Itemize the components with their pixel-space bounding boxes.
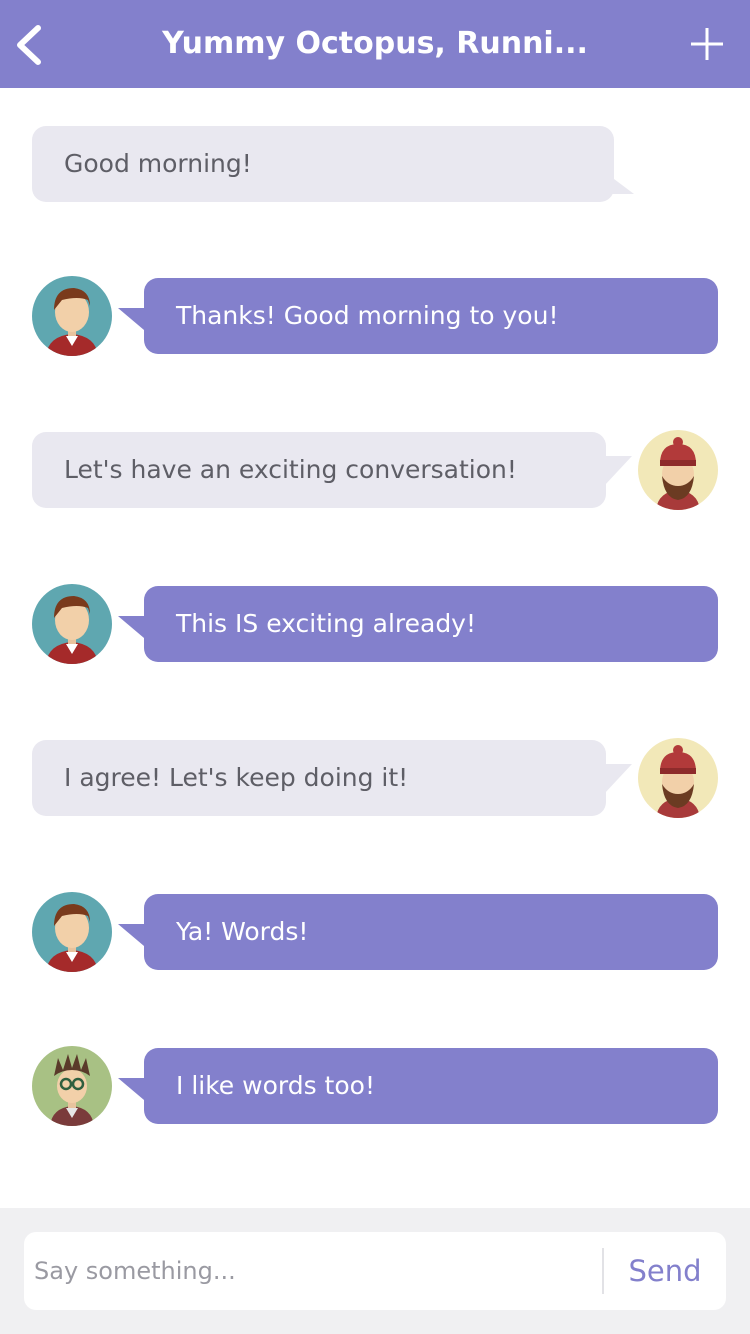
add-button[interactable] [670, 0, 750, 88]
avatar-man-red-sweater[interactable] [32, 276, 112, 356]
message-text: Ya! Words! [176, 917, 309, 946]
composer-bar: Send [0, 1208, 750, 1334]
message-bubble[interactable]: I like words too! [144, 1048, 718, 1124]
message-text: I agree! Let's keep doing it! [64, 763, 409, 792]
bubble-tail [118, 1078, 144, 1100]
message-row: I like words too! [0, 1046, 750, 1126]
avatar-man-red-sweater[interactable] [32, 584, 112, 664]
message-bubble[interactable]: Let's have an exciting conversation! [32, 432, 606, 508]
message-input[interactable] [34, 1232, 599, 1310]
send-button[interactable]: Send [604, 1232, 726, 1310]
message-text: Good morning! [64, 149, 252, 178]
composer-box: Send [24, 1232, 726, 1310]
message-row: Good morning! [0, 124, 750, 204]
message-text: Let's have an exciting conversation! [64, 455, 517, 484]
bubble-tail [118, 616, 144, 638]
message-row: Let's have an exciting conversation! [0, 430, 750, 510]
avatar-bearded-beanie[interactable] [638, 430, 718, 510]
plus-icon [691, 28, 723, 60]
avatar-spiky-hair-glasses[interactable] [32, 1046, 112, 1126]
chat-screen: Yummy Octopus, Runni... Good morning! Th… [0, 0, 750, 1334]
avatar-bearded-beanie[interactable] [638, 738, 718, 818]
conversation-title: Yummy Octopus, Runni... [162, 26, 588, 61]
message-bubble[interactable]: Thanks! Good morning to you! [144, 278, 718, 354]
bubble-tail [604, 764, 632, 794]
message-text: Thanks! Good morning to you! [176, 301, 559, 330]
nav-bar: Yummy Octopus, Runni... [0, 0, 750, 88]
message-list[interactable]: Good morning! Thanks! Good morning to yo… [0, 88, 750, 1208]
message-bubble[interactable]: I agree! Let's keep doing it! [32, 740, 606, 816]
bubble-tail [118, 308, 144, 330]
bubble-tail [604, 456, 632, 486]
message-row: This IS exciting already! [0, 584, 750, 664]
message-bubble[interactable]: Good morning! [32, 126, 614, 202]
message-row: I agree! Let's keep doing it! [0, 738, 750, 818]
message-row: Ya! Words! [0, 892, 750, 972]
message-bubble[interactable]: Ya! Words! [144, 894, 718, 970]
avatar-man-red-sweater[interactable] [32, 892, 112, 972]
message-row: Thanks! Good morning to you! [0, 276, 750, 356]
bubble-tail [118, 924, 144, 946]
back-button[interactable] [0, 0, 70, 88]
message-bubble[interactable]: This IS exciting already! [144, 586, 718, 662]
chevron-left-icon [17, 25, 41, 65]
message-text: This IS exciting already! [176, 609, 476, 638]
message-text: I like words too! [176, 1071, 375, 1100]
